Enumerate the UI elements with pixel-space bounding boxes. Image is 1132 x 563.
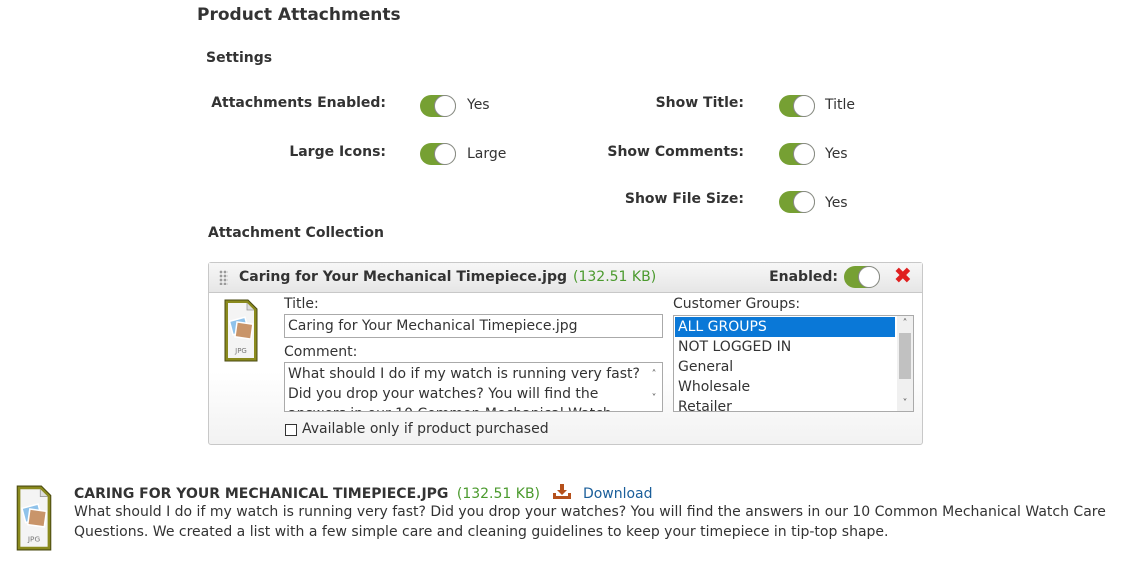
download-link[interactable]: Download [583,486,653,502]
attachment-panel-header: Caring for Your Mechanical Timepiece.jpg… [209,263,922,293]
toggle-knob [434,143,456,165]
attachments-enabled-value: Yes [467,97,490,113]
title-input[interactable] [284,314,663,338]
attachment-panel: Caring for Your Mechanical Timepiece.jpg… [208,262,923,445]
purchase-only-label: Available only if product purchased [302,421,549,437]
toggle-knob [793,143,815,165]
attachment-enabled-label: Enabled: [769,269,838,285]
customer-groups-scrollbar[interactable]: ˄ ˅ [897,316,913,411]
show-title-toggle[interactable] [779,95,815,117]
comment-textarea[interactable]: What should I do if my watch is running … [284,362,663,412]
customer-group-option[interactable]: NOT LOGGED IN [675,337,895,357]
download-icon[interactable] [552,484,572,500]
scroll-down-icon[interactable]: ˅ [897,398,913,409]
customer-group-option[interactable]: General [675,357,895,377]
customer-groups-options: ALL GROUPS NOT LOGGED IN General Wholesa… [675,317,895,411]
page-title: Product Attachments [197,5,401,25]
toggle-knob [793,95,815,117]
toggle-knob [793,191,815,213]
customer-group-option[interactable]: Retailer [675,397,895,411]
comment-text: What should I do if my watch is running … [288,366,640,411]
attachments-enabled-label: Attachments Enabled: [211,95,386,111]
show-comments-value: Yes [825,146,848,162]
large-icons-toggle[interactable] [420,143,456,165]
preview-title: CARING FOR YOUR MECHANICAL TIMEPIECE.JPG [74,486,449,502]
show-comments-toggle[interactable] [779,143,815,165]
comment-scrollbar[interactable]: ˄ ˅ [646,363,662,411]
show-file-size-label: Show File Size: [624,191,744,207]
file-type-label: JPG [234,347,247,355]
preview-file-size: (132.51 KB) [456,486,541,502]
scroll-up-icon[interactable]: ˄ [646,365,662,385]
file-type-label: JPG [27,535,41,544]
show-comments-label: Show Comments: [607,144,744,160]
preview-description: What should I do if my watch is running … [74,504,1106,540]
comment-field-label: Comment: [284,344,358,360]
attachment-filename: Caring for Your Mechanical Timepiece.jpg… [239,269,656,285]
show-title-value: Title [825,97,856,113]
toggle-knob [434,95,456,117]
show-file-size-toggle[interactable] [779,191,815,213]
show-file-size-value: Yes [825,195,848,211]
settings-heading: Settings [206,50,273,66]
attachment-file-size: (132.51 KB) [573,269,657,285]
toggle-knob [858,266,880,288]
scroll-up-icon[interactable]: ˄ [897,318,913,329]
large-icons-label: Large Icons: [289,144,386,160]
title-field-label: Title: [284,296,319,312]
jpg-file-icon-large: JPG [16,485,52,551]
drag-handle-icon[interactable] [219,270,228,285]
customer-groups-label: Customer Groups: [673,296,801,312]
attachments-enabled-toggle[interactable] [420,95,456,117]
jpg-file-icon: JPG [224,299,258,362]
delete-attachment-icon[interactable]: ✖ [894,266,912,288]
collection-heading: Attachment Collection [208,225,384,241]
customer-group-option[interactable]: ALL GROUPS [675,317,895,337]
attachment-enabled-toggle[interactable] [844,266,880,288]
purchase-only-checkbox[interactable] [285,424,297,436]
large-icons-value: Large [467,146,507,162]
preview-header: CARING FOR YOUR MECHANICAL TIMEPIECE.JPG… [74,484,653,502]
attachment-filename-text: Caring for Your Mechanical Timepiece.jpg [239,269,568,285]
customer-groups-listbox[interactable]: ALL GROUPS NOT LOGGED IN General Wholesa… [673,315,914,412]
scroll-down-icon[interactable]: ˅ [646,389,662,409]
scrollbar-thumb[interactable] [899,333,911,379]
customer-group-option[interactable]: Wholesale [675,377,895,397]
show-title-label: Show Title: [655,95,744,111]
